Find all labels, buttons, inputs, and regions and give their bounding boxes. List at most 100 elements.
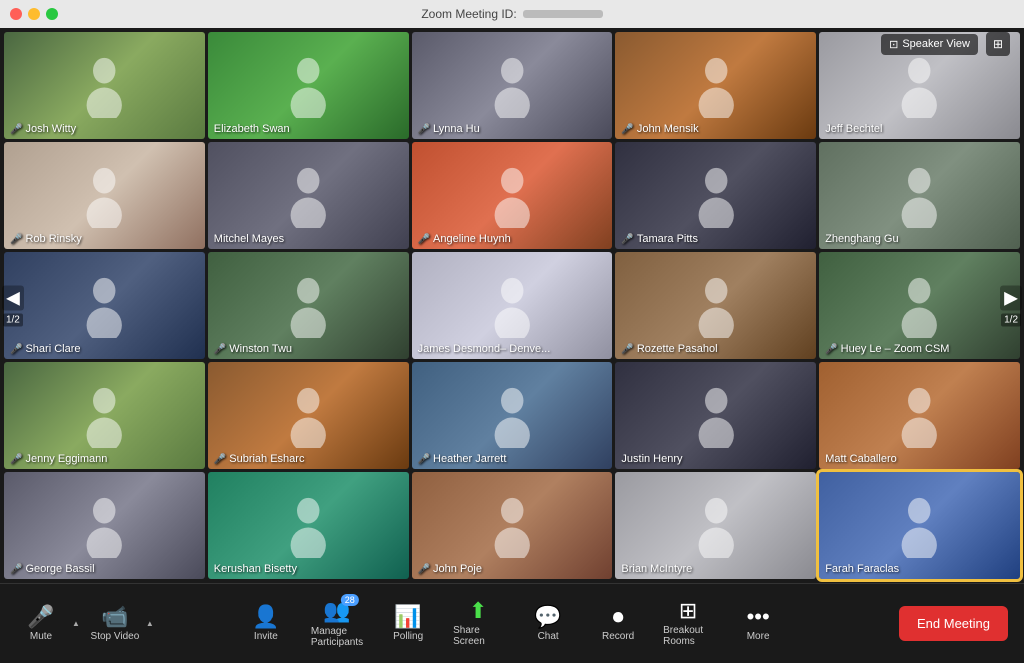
video-cell[interactable]: 🎤Rob Rinsky: [4, 142, 205, 249]
window-controls[interactable]: [10, 8, 58, 20]
manage-participants-button[interactable]: 👥 28 Manage Participants: [311, 600, 363, 648]
stop-video-button[interactable]: 📹 Stop Video: [90, 606, 140, 642]
speaker-view-button[interactable]: ⊡ Speaker View: [881, 34, 978, 55]
next-page-arrow[interactable]: ▶: [1000, 285, 1022, 310]
end-meeting-button[interactable]: End Meeting: [899, 606, 1008, 641]
video-cell[interactable]: Matt Caballero: [819, 362, 1020, 469]
muted-icon: 🎤: [10, 564, 22, 575]
video-caret[interactable]: ▲: [146, 619, 154, 628]
video-cell[interactable]: Kerushan Bisetty: [208, 472, 409, 579]
manage-participants-label: Manage Participants: [311, 626, 363, 648]
muted-icon: 🎤: [418, 234, 430, 245]
muted-icon: 🎤: [10, 454, 22, 465]
participant-name: 🎤Shari Clare: [10, 343, 80, 355]
page-left[interactable]: ◀ 1/2: [2, 285, 24, 326]
video-cell[interactable]: 🎤John Mensik: [615, 32, 816, 139]
mute-caret[interactable]: ▲: [72, 619, 80, 628]
video-cell[interactable]: Brian McIntyre: [615, 472, 816, 579]
muted-icon: 🎤: [621, 124, 633, 135]
participant-name: Justin Henry: [621, 453, 682, 465]
invite-button[interactable]: 👤 Invite: [241, 606, 291, 642]
close-button[interactable]: [10, 8, 22, 20]
video-cell[interactable]: Mitchel Mayes: [208, 142, 409, 249]
chat-button[interactable]: 💬 Chat: [523, 606, 573, 642]
grid-view-button[interactable]: ⊞: [986, 32, 1010, 56]
minimize-button[interactable]: [28, 8, 40, 20]
video-cell[interactable]: 🎤Rozette Pasahol: [615, 252, 816, 359]
participant-name: Farah Faraclas: [825, 563, 899, 575]
participant-name: 🎤Rozette Pasahol: [621, 343, 717, 355]
participant-name: 🎤Subriah Esharc: [214, 453, 305, 465]
toolbar-left: 🎤 Mute ▲ 📹 Stop Video ▲: [16, 606, 154, 642]
chat-label: Chat: [538, 631, 559, 642]
video-cell[interactable]: Farah Faraclas: [819, 472, 1020, 579]
participant-name: Elizabeth Swan: [214, 123, 290, 135]
video-cell[interactable]: 🎤Jenny Eggimann: [4, 362, 205, 469]
page-right[interactable]: ▶ 1/2: [1000, 285, 1022, 326]
video-cell[interactable]: 🎤Shari Clare: [4, 252, 205, 359]
chat-icon: 💬: [534, 606, 561, 628]
participant-name: Mitchel Mayes: [214, 233, 284, 245]
video-cell[interactable]: Justin Henry: [615, 362, 816, 469]
video-cell[interactable]: 🎤Tamara Pitts: [615, 142, 816, 249]
participant-name: 🎤Tamara Pitts: [621, 233, 698, 245]
prev-page-arrow[interactable]: ◀: [2, 285, 24, 310]
participant-name: 🎤John Poje: [418, 563, 482, 575]
video-cell[interactable]: 🎤Josh Witty: [4, 32, 205, 139]
toolbar-right: End Meeting: [899, 606, 1008, 641]
muted-icon: 🎤: [10, 124, 22, 135]
video-cell[interactable]: James Desmond– Denve...: [412, 252, 613, 359]
video-cell[interactable]: 🎤Angeline Huynh: [412, 142, 613, 249]
breakout-rooms-button[interactable]: ⊞ Breakout Rooms: [663, 600, 713, 647]
video-icon: 📹: [101, 606, 128, 628]
grid-icon: ⊞: [993, 37, 1003, 51]
muted-icon: 🎤: [10, 234, 22, 245]
video-cell[interactable]: 🎤Huey Le – Zoom CSM: [819, 252, 1020, 359]
participant-name: Zhenghang Gu: [825, 233, 898, 245]
invite-label: Invite: [254, 631, 278, 642]
more-button[interactable]: ••• More: [733, 606, 783, 642]
invite-icon: 👤: [252, 606, 279, 628]
record-button[interactable]: ⏺ Record: [593, 606, 643, 642]
video-cell[interactable]: Elizabeth Swan: [208, 32, 409, 139]
share-screen-label: Share Screen: [453, 625, 503, 647]
page-indicator-left: 1/2: [3, 313, 23, 326]
participant-name: 🎤Rob Rinsky: [10, 233, 82, 245]
more-label: More: [747, 631, 770, 642]
share-screen-button[interactable]: ⬆ Share Screen: [453, 600, 503, 647]
video-grid-container: 🎤Josh Witty Elizabeth Swan 🎤Lynna Hu 🎤Jo…: [0, 28, 1024, 583]
muted-icon: 🎤: [621, 344, 633, 355]
participant-name: 🎤Josh Witty: [10, 123, 76, 135]
participant-name: 🎤John Mensik: [621, 123, 698, 135]
participant-name: Matt Caballero: [825, 453, 897, 465]
video-cell[interactable]: 🎤George Bassil: [4, 472, 205, 579]
video-cell[interactable]: 🎤John Poje: [412, 472, 613, 579]
video-cell[interactable]: Zhenghang Gu: [819, 142, 1020, 249]
participant-name: James Desmond– Denve...: [418, 343, 551, 355]
titlebar: Zoom Meeting ID:: [0, 0, 1024, 28]
video-cell[interactable]: 🎤Heather Jarrett: [412, 362, 613, 469]
polling-label: Polling: [393, 631, 423, 642]
record-label: Record: [602, 631, 634, 642]
stop-video-label: Stop Video: [91, 631, 140, 642]
page-indicator-right: 1/2: [1001, 313, 1021, 326]
participant-name: 🎤Jenny Eggimann: [10, 453, 107, 465]
muted-icon: 🎤: [418, 564, 430, 575]
mute-button[interactable]: 🎤 Mute: [16, 606, 66, 642]
muted-icon: 🎤: [214, 344, 226, 355]
meeting-title: Zoom Meeting ID:: [421, 7, 602, 21]
maximize-button[interactable]: [46, 8, 58, 20]
video-cell[interactable]: 🎤Subriah Esharc: [208, 362, 409, 469]
video-cell[interactable]: 🎤Winston Twu: [208, 252, 409, 359]
speaker-view-label: Speaker View: [902, 38, 970, 50]
bottom-toolbar: 🎤 Mute ▲ 📹 Stop Video ▲ 👤 Invite 👥 28 Ma…: [0, 583, 1024, 663]
title-text: Zoom Meeting ID:: [421, 7, 516, 21]
meeting-id: [523, 10, 603, 18]
participant-name: Kerushan Bisetty: [214, 563, 297, 575]
participant-name: Jeff Bechtel: [825, 123, 882, 135]
participant-name: 🎤Angeline Huynh: [418, 233, 511, 245]
polling-icon: 📊: [394, 606, 421, 628]
video-cell[interactable]: 🎤Lynna Hu: [412, 32, 613, 139]
polling-button[interactable]: 📊 Polling: [383, 606, 433, 642]
mute-icon: 🎤: [27, 606, 54, 628]
